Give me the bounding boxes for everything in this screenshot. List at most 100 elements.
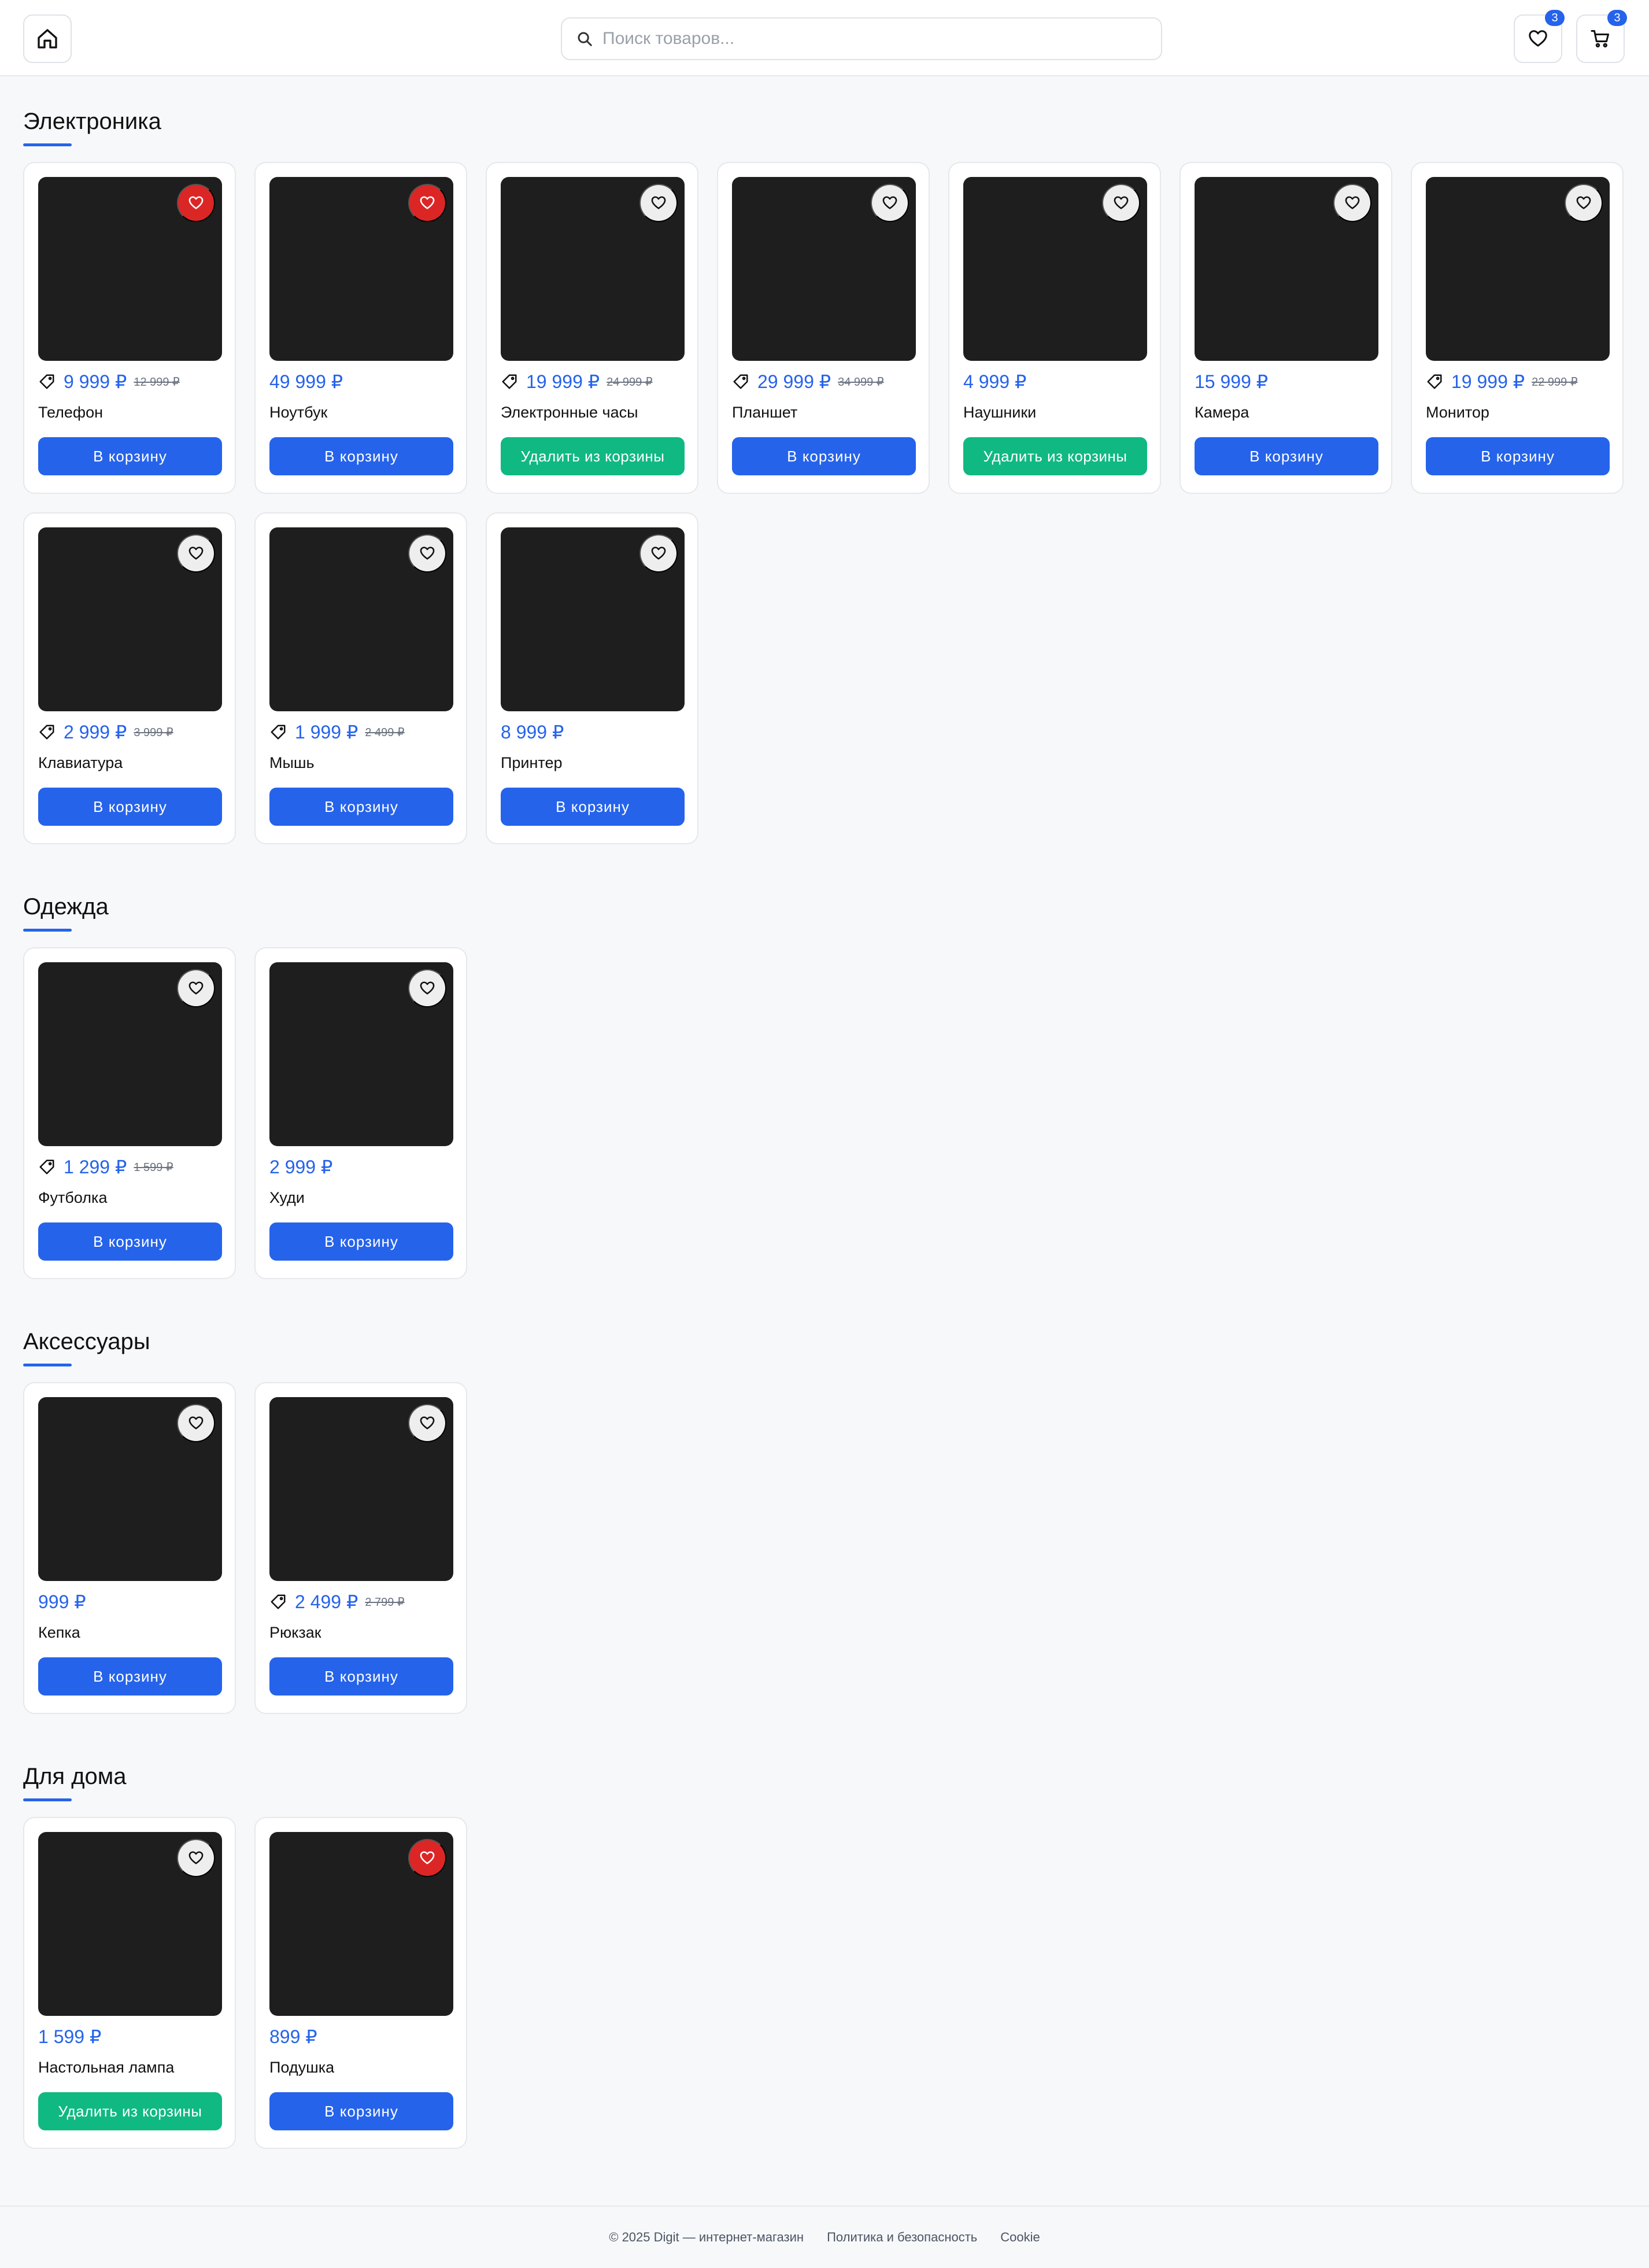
product-card[interactable]: 19 999 ₽ 24 999 ₽ Электронные часы Удалить … — [486, 162, 698, 494]
cart-icon — [1591, 30, 1609, 47]
product-image — [501, 177, 685, 361]
price-row: 29 999 ₽ 34 999 ₽ — [732, 370, 915, 393]
favorite-toggle-button[interactable] — [177, 184, 215, 222]
product-image — [269, 962, 453, 1146]
privacy-link[interactable]: Политика и безопасность — [827, 2230, 977, 2245]
heart-icon — [651, 196, 666, 209]
price-row: 1 299 ₽ 1 599 ₽ — [38, 1155, 221, 1179]
section-underline — [23, 143, 72, 146]
price-row: 1 599 ₽ — [38, 2025, 221, 2048]
product-price: 19 999 ₽ — [1451, 371, 1525, 392]
add-to-cart-button[interactable]: В корзину — [269, 1222, 453, 1261]
product-card[interactable]: 29 999 ₽ 34 999 ₽ Планшет В корзину — [717, 162, 930, 494]
product-image — [38, 527, 222, 711]
product-price: 2 499 ₽ — [295, 1591, 358, 1612]
product-card[interactable]: 9 999 ₽ 12 999 ₽ Телефон В корзину — [23, 162, 236, 494]
product-image — [1426, 177, 1610, 361]
favorite-toggle-button[interactable] — [639, 184, 678, 222]
favorite-toggle-button[interactable] — [177, 1839, 215, 1877]
favorite-toggle-button[interactable] — [177, 969, 215, 1007]
price-row: 8 999 ₽ — [501, 721, 683, 744]
product-name: Электронные часы — [501, 404, 638, 421]
section-underline — [23, 1798, 72, 1801]
product-card[interactable]: 49 999 ₽ Ноутбук В корзину — [254, 162, 467, 494]
add-to-cart-button[interactable]: В корзину — [1426, 437, 1610, 475]
product-price: 2 999 ₽ — [269, 1157, 333, 1177]
heart-icon — [420, 1416, 435, 1429]
add-to-cart-button[interactable]: В корзину — [38, 1222, 222, 1261]
add-to-cart-button[interactable]: В корзину — [269, 1657, 453, 1696]
heart-icon — [420, 1851, 435, 1864]
product-old-price: 1 599 ₽ — [134, 1161, 173, 1174]
add-to-cart-button[interactable]: В корзину — [501, 788, 685, 826]
category-section: Электроника 9 999 ₽ 12 999 ₽ Телефон В корзи… — [23, 108, 1624, 844]
product-card[interactable]: 1 599 ₽ Настольная лампа Удалить из корзин… — [23, 1817, 236, 2149]
product-card[interactable]: 899 ₽ Подушка В корзину — [254, 1817, 467, 2149]
favorites-button[interactable]: 3 — [1514, 10, 1565, 63]
product-price: 1 599 ₽ — [38, 2026, 102, 2047]
product-name: Телефон — [38, 404, 103, 421]
favorite-toggle-button[interactable] — [177, 534, 215, 572]
heart-icon — [188, 196, 204, 209]
product-card[interactable]: 2 999 ₽ Худи В корзину — [254, 947, 467, 1279]
favorite-toggle-button[interactable] — [408, 1404, 446, 1442]
product-image — [501, 527, 685, 711]
favorite-toggle-button[interactable] — [408, 184, 446, 222]
product-grid: 1 299 ₽ 1 599 ₽ Футболка В корзину 2 999 ₽ Ху… — [23, 947, 1624, 1279]
price-row: 2 999 ₽ 3 999 ₽ — [38, 721, 221, 744]
product-card[interactable]: 999 ₽ Кепка В корзину — [23, 1382, 236, 1714]
favorite-toggle-button[interactable] — [177, 1404, 215, 1442]
product-old-price: 2 799 ₽ — [365, 1595, 405, 1609]
favorite-toggle-button[interactable] — [1333, 184, 1371, 222]
product-card[interactable]: 2 999 ₽ 3 999 ₽ Клавиатура В корзину — [23, 512, 236, 844]
home-button[interactable] — [23, 14, 72, 63]
search-input[interactable] — [602, 29, 1146, 49]
remove-from-cart-button[interactable]: Удалить из корзины — [38, 2092, 222, 2130]
cookie-link[interactable]: Cookie — [1000, 2230, 1040, 2245]
favorite-toggle-button[interactable] — [639, 534, 678, 572]
favorite-toggle-button[interactable] — [1102, 184, 1140, 222]
product-name: Принтер — [501, 754, 563, 771]
remove-from-cart-button[interactable]: Удалить из корзины — [501, 437, 685, 475]
product-name: Худи — [269, 1189, 305, 1206]
add-to-cart-button[interactable]: В корзину — [269, 2092, 453, 2130]
product-card[interactable]: 1 299 ₽ 1 599 ₽ Футболка В корзину — [23, 947, 236, 1279]
add-to-cart-button[interactable]: В корзину — [38, 437, 222, 475]
add-to-cart-button[interactable]: В корзину — [1195, 437, 1378, 475]
favorite-toggle-button[interactable] — [1565, 184, 1603, 222]
heart-icon — [651, 546, 666, 560]
heart-icon — [420, 981, 435, 995]
remove-from-cart-button[interactable]: Удалить из корзины — [963, 437, 1147, 475]
heart-icon — [188, 546, 204, 560]
tag-icon — [271, 1594, 286, 1609]
product-name: Камера — [1195, 404, 1249, 421]
product-name: Монитор — [1426, 404, 1489, 421]
favorite-toggle-button[interactable] — [408, 969, 446, 1007]
product-name: Подушка — [269, 2059, 335, 2076]
product-card[interactable]: 2 499 ₽ 2 799 ₽ Рюкзак В корзину — [254, 1382, 467, 1714]
product-name: Планшет — [732, 404, 798, 421]
product-card[interactable]: 8 999 ₽ Принтер В корзину — [486, 512, 698, 844]
favorite-toggle-button[interactable] — [871, 184, 909, 222]
product-card[interactable]: 1 999 ₽ 2 499 ₽ Мышь В корзину — [254, 512, 467, 844]
add-to-cart-button[interactable]: В корзину — [38, 1657, 222, 1696]
section-title: Аксессуары — [23, 1329, 150, 1354]
add-to-cart-button[interactable]: В корзину — [269, 788, 453, 826]
add-to-cart-button[interactable]: В корзину — [38, 788, 222, 826]
product-card[interactable]: 19 999 ₽ 22 999 ₽ Монитор В корзину — [1411, 162, 1624, 494]
copyright-text: © 2025 Digit — интернет-магазин — [609, 2230, 804, 2244]
product-card[interactable]: 15 999 ₽ Камера В корзину — [1180, 162, 1392, 494]
favorite-toggle-button[interactable] — [408, 1839, 446, 1877]
heart-icon — [1114, 196, 1129, 209]
heart-icon — [882, 196, 897, 209]
tag-icon — [1427, 374, 1442, 389]
add-to-cart-button[interactable]: В корзину — [269, 437, 453, 475]
product-price: 999 ₽ — [38, 1591, 86, 1612]
product-old-price: 22 999 ₽ — [1532, 375, 1578, 389]
add-to-cart-button[interactable]: В корзину — [732, 437, 916, 475]
tag-icon — [39, 374, 54, 389]
cart-button[interactable]: 3 — [1576, 10, 1627, 63]
section-underline — [23, 1364, 72, 1366]
favorite-toggle-button[interactable] — [408, 534, 446, 572]
product-card[interactable]: 4 999 ₽ Наушники Удалить из корзины — [948, 162, 1161, 494]
